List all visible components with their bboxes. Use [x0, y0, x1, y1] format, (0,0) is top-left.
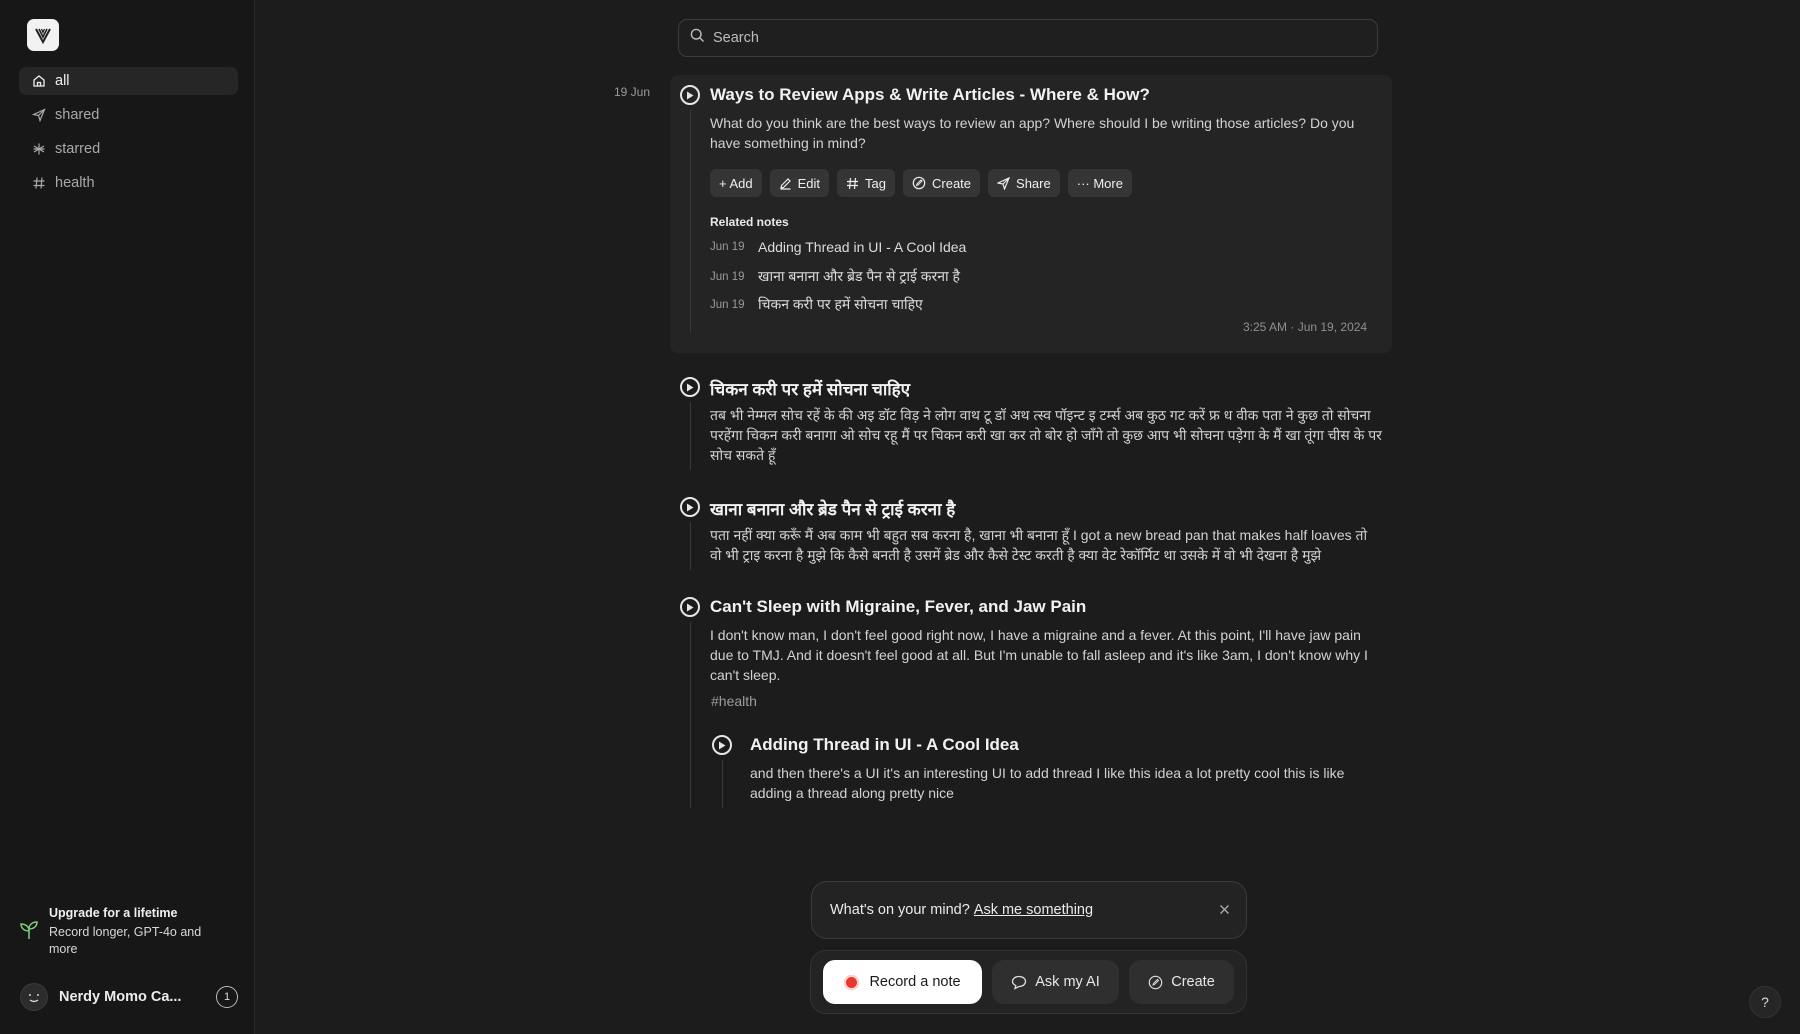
thread-line — [722, 760, 723, 808]
sparkle-pencil-icon — [1148, 975, 1163, 990]
chat-bubble-icon — [1011, 975, 1027, 990]
sidebar-item-label: all — [55, 73, 70, 89]
play-button[interactable] — [680, 85, 700, 105]
note-timestamp: 3:25 AM · Jun 19, 2024 — [1243, 320, 1368, 334]
record-icon — [844, 974, 860, 990]
create-button[interactable]: Create — [1129, 960, 1234, 1004]
edit-button-label: Edit — [797, 175, 821, 191]
related-note-item[interactable]: Jun 19 खाना बनाना और ब्रेड पैन से ट्राई … — [710, 267, 960, 286]
play-button[interactable] — [680, 497, 700, 517]
note-tag-label: health — [718, 693, 757, 709]
sidebar-item-starred[interactable]: starred — [19, 135, 238, 163]
share-button[interactable]: Share — [988, 169, 1060, 197]
tag-button[interactable]: Tag — [837, 169, 895, 197]
note-actions: + Add Edit Tag Create Share ··· More — [710, 169, 1132, 197]
note-body: I don't know man, I don't feel good righ… — [710, 627, 1368, 683]
sprout-icon — [20, 920, 40, 958]
record-note-label: Record a note — [869, 974, 961, 990]
note-title[interactable]: Ways to Review Apps & Write Articles - W… — [710, 85, 1150, 105]
related-note-item[interactable]: Jun 19 Adding Thread in UI - A Cool Idea — [710, 239, 966, 255]
related-note-date: Jun 19 — [710, 241, 745, 253]
more-button-label: ··· More — [1076, 175, 1123, 191]
hash-icon — [846, 177, 859, 190]
app-logo[interactable] — [27, 19, 59, 51]
note-body: तब भी नेम्मल सोच रहें के की अइ डॉट विड़ … — [710, 407, 1382, 463]
sidebar-item-label: health — [55, 175, 95, 191]
related-note-title: खाना बनाना और ब्रेड पैन से ट्राई करना है — [758, 268, 960, 284]
note-body: पता नहीं क्या करूँ मैं अब काम भी बहुत सब… — [710, 527, 1368, 563]
add-button[interactable]: + Add — [710, 169, 762, 197]
play-icon — [719, 741, 726, 749]
thread-line — [690, 110, 691, 332]
user-name: Nerdy Momo Ca... — [59, 989, 182, 1005]
send-icon — [31, 107, 47, 123]
note-tag[interactable]: #health — [711, 693, 757, 709]
search-icon — [690, 28, 705, 48]
ask-ai-button[interactable]: Ask my AI — [992, 960, 1119, 1004]
share-button-label: Share — [1016, 175, 1051, 191]
create-label: Create — [1171, 974, 1215, 990]
related-note-title: चिकन करी पर हमें सोचना चाहिए — [758, 296, 923, 312]
date-label: 19 Jun — [614, 85, 651, 99]
add-button-label: + Add — [719, 175, 753, 191]
thread-line — [690, 622, 691, 808]
asterisk-icon — [31, 141, 47, 157]
search-bar[interactable] — [678, 19, 1378, 57]
related-notes-heading: Related notes — [710, 215, 789, 229]
edit-button[interactable]: Edit — [769, 169, 830, 197]
notification-badge[interactable]: 1 — [216, 986, 238, 1008]
note-title[interactable]: चिकन करी पर हमें सोचना चाहिए — [710, 377, 910, 400]
sidebar-item-shared[interactable]: shared — [19, 101, 238, 129]
create-button[interactable]: Create — [903, 169, 981, 197]
play-button[interactable] — [680, 377, 700, 397]
related-note-date: Jun 19 — [710, 270, 745, 283]
sidebar-item-label: starred — [55, 141, 101, 157]
related-note-item[interactable]: Jun 19 चिकन करी पर हमें सोचना चाहिए — [710, 295, 923, 314]
sparkle-pencil-icon — [912, 176, 926, 190]
thread-line — [690, 522, 691, 570]
close-icon[interactable] — [1219, 902, 1230, 920]
ask-me-link[interactable]: Ask me something — [974, 902, 1093, 918]
home-icon — [31, 73, 47, 89]
record-note-button[interactable]: Record a note — [823, 960, 982, 1004]
logo-icon — [35, 28, 51, 45]
ask-ai-label: Ask my AI — [1035, 974, 1100, 990]
note-title[interactable]: Adding Thread in UI - A Cool Idea — [750, 735, 1019, 755]
prompt-text: What's on your mind? — [830, 902, 970, 918]
sidebar-nav: all shared starred health — [19, 67, 238, 203]
sidebar-item-label: shared — [55, 107, 100, 123]
upgrade-text: Record longer, GPT-4o and more — [49, 925, 202, 956]
pencil-icon — [779, 177, 792, 190]
thread-line — [690, 402, 691, 470]
play-icon — [687, 383, 694, 391]
avatar — [20, 983, 48, 1011]
send-icon — [997, 176, 1011, 190]
search-input[interactable] — [711, 29, 1315, 47]
sidebar-item-all[interactable]: all — [19, 67, 238, 95]
related-note-date: Jun 19 — [710, 298, 745, 311]
note-body: What do you think are the best ways to r… — [710, 115, 1355, 151]
play-button[interactable] — [680, 597, 700, 617]
note-title[interactable]: खाना बनाना और ब्रेड पैन से ट्राई करना है — [710, 497, 955, 520]
create-button-label: Create — [932, 175, 972, 191]
related-note-title: Adding Thread in UI - A Cool Idea — [758, 239, 967, 255]
ask-prompt: What's on your mind? Ask me something — [811, 881, 1247, 939]
note-body: and then there's a UI it's an interestin… — [750, 765, 1345, 801]
tag-button-label: Tag — [865, 175, 886, 191]
sidebar-item-health[interactable]: health — [19, 169, 238, 197]
help-button[interactable]: ? — [1749, 986, 1781, 1018]
play-icon — [687, 91, 694, 99]
play-button[interactable] — [712, 735, 732, 755]
hash-icon: # — [711, 693, 719, 709]
note-title[interactable]: Can't Sleep with Migraine, Fever, and Ja… — [710, 597, 1086, 617]
play-icon — [687, 503, 694, 511]
bottom-action-bar: Record a note Ask my AI Create — [810, 950, 1247, 1014]
more-button[interactable]: ··· More — [1067, 169, 1132, 197]
user-profile[interactable]: Nerdy Momo Ca... 1 — [20, 982, 238, 1012]
hash-icon — [31, 175, 47, 191]
upgrade-title: Upgrade for a lifetime — [49, 906, 178, 920]
upgrade-banner[interactable]: Upgrade for a lifetime Record longer, GP… — [20, 906, 235, 958]
sidebar: all shared starred health Upgrade for a … — [0, 0, 255, 1034]
play-icon — [687, 603, 694, 611]
